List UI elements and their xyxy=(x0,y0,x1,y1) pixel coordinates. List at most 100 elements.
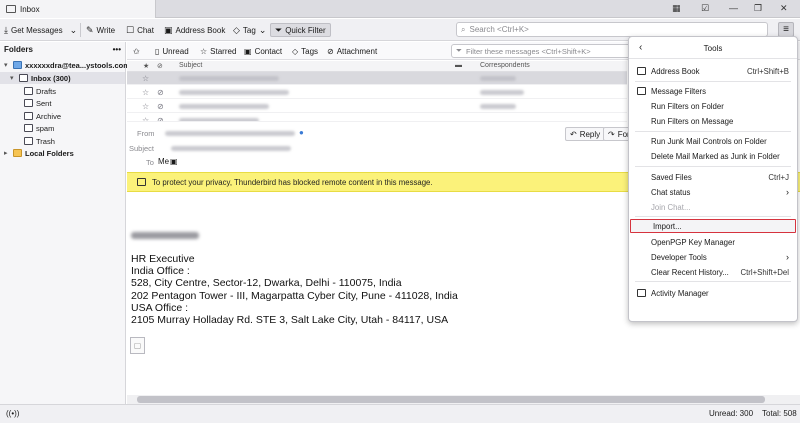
folder-pane: Folders ••• ▾ xxxxxxdra@tea...ystools.co… xyxy=(0,42,130,404)
account-row[interactable]: ▾ xxxxxxdra@tea...ystools.com xyxy=(4,59,130,71)
folder-trash[interactable]: Trash xyxy=(24,135,55,147)
star-column-icon[interactable]: ★ xyxy=(143,62,149,70)
online-status-icon[interactable]: ((•)) xyxy=(6,409,19,418)
read-column-icon[interactable]: ▬ xyxy=(455,62,462,69)
message-row[interactable]: ☆ ⊘ xyxy=(127,100,627,113)
unread-count: Unread: 300 xyxy=(709,409,754,418)
subject-text xyxy=(179,90,289,95)
menu-divider xyxy=(635,166,791,167)
account-icon xyxy=(13,61,22,69)
write-button[interactable]: ✎ Write xyxy=(86,23,115,37)
chat-button[interactable]: ☐ Chat xyxy=(126,23,154,37)
folder-archive[interactable]: Archive xyxy=(24,110,61,122)
folder-sent[interactable]: Sent xyxy=(24,97,51,109)
folder-inbox[interactable]: ▾ Inbox (300) xyxy=(0,72,125,84)
filter-icon xyxy=(637,87,646,95)
menu-item-clear-history[interactable]: Clear Recent History... Ctrl+Shift+Del xyxy=(629,265,797,279)
star-icon[interactable]: ☆ xyxy=(142,102,149,111)
correspondent-text xyxy=(480,104,516,109)
menu-item-saved-files[interactable]: Saved Files Ctrl+J xyxy=(629,170,797,184)
unread-label: Unread xyxy=(162,46,189,56)
activity-icon xyxy=(637,289,646,297)
tasks-icon[interactable]: ☑ xyxy=(701,3,709,14)
address-book-button[interactable]: ▣ Address Book xyxy=(164,23,225,37)
app-menu-button[interactable]: ≡ xyxy=(778,22,794,37)
folder-label: spam xyxy=(36,123,55,133)
star-icon[interactable]: ☆ xyxy=(142,88,149,97)
message-row[interactable]: ☆ xyxy=(127,72,627,85)
folders-header: Folders ••• xyxy=(0,42,125,56)
filter-messages-input[interactable]: ⏷ Filter these messages <Ctrl+Shift+K> xyxy=(451,44,641,58)
horizontal-scrollbar[interactable] xyxy=(127,395,800,404)
close-icon[interactable]: ✕ xyxy=(780,3,788,14)
folder-label: Sent xyxy=(36,98,52,108)
get-messages-button[interactable]: ⤓ Get Messages ⌄ xyxy=(4,23,77,37)
menu-item-run-junk-controls[interactable]: Run Junk Mail Controls on Folder xyxy=(629,134,797,148)
search-input[interactable]: ⌕ Search <Ctrl+K> xyxy=(456,22,768,37)
maximize-icon[interactable]: ❐ xyxy=(754,3,762,14)
menu-item-label: OpenPGP Key Manager xyxy=(651,237,735,247)
paperclip-icon: ⊘ xyxy=(327,46,334,56)
subject-label: Subject xyxy=(129,144,155,153)
menu-item-label: Import... xyxy=(653,221,682,231)
star-icon[interactable]: ☆ xyxy=(142,116,149,121)
correspondent-text xyxy=(480,90,524,95)
menu-item-developer-tools[interactable]: Developer Tools › xyxy=(629,250,797,264)
local-folders-label: Local Folders xyxy=(25,148,74,158)
menu-item-address-book[interactable]: Address Book Ctrl+Shift+B xyxy=(629,64,797,78)
body-line: USA Office : xyxy=(131,301,188,314)
write-label: Write xyxy=(96,25,116,35)
menu-item-run-filters-message[interactable]: Run Filters on Message xyxy=(629,114,797,128)
menu-item-label: Run Junk Mail Controls on Folder xyxy=(651,136,767,146)
archive-icon xyxy=(24,112,33,120)
quick-filter-button[interactable]: ⏷ Quick Filter xyxy=(270,23,331,37)
menu-item-label: Developer Tools xyxy=(651,252,707,262)
filter-icon: ⏷ xyxy=(456,46,462,55)
menu-item-label: Run Filters on Message xyxy=(651,116,734,126)
unread-filter-button[interactable]: ▯ Unread xyxy=(155,45,189,57)
message-row[interactable]: ☆ ⊘ xyxy=(127,114,627,122)
menu-item-chat-status[interactable]: Chat status › xyxy=(629,185,797,199)
tags-filter-button[interactable]: ◇ Tags xyxy=(292,45,318,57)
reply-button[interactable]: ↶ Reply xyxy=(565,127,606,141)
subject-text xyxy=(179,118,259,121)
body-line: 2105 Murray Holladay Rd. STE 3, Salt Lak… xyxy=(131,314,449,327)
sticky-filter-icon[interactable]: ✩ xyxy=(133,45,140,57)
folder-drafts[interactable]: Drafts xyxy=(24,85,56,97)
correspondents-column[interactable]: Correspondents xyxy=(480,62,530,69)
menu-item-delete-junk[interactable]: Delete Mail Marked as Junk in Folder xyxy=(629,149,797,163)
tag-button[interactable]: ◇ Tag ⌄ xyxy=(233,23,266,37)
folder-label: Drafts xyxy=(36,86,57,96)
chevron-down-icon[interactable]: ▾ xyxy=(4,61,10,69)
shortcut-text: Ctrl+Shift+Del xyxy=(740,268,789,277)
to-value[interactable]: Me xyxy=(158,157,169,166)
message-row[interactable]: ☆ ⊘ xyxy=(127,86,627,99)
menu-item-message-filters[interactable]: Message Filters xyxy=(629,84,797,98)
chevron-down-icon[interactable]: ⌄ xyxy=(70,25,78,36)
contact-icon: ▣ xyxy=(244,46,252,56)
folder-spam[interactable]: spam xyxy=(24,122,54,134)
calendar-icon[interactable]: ▦ xyxy=(672,3,681,14)
more-options-icon[interactable]: ••• xyxy=(113,45,121,54)
menu-item-label: Delete Mail Marked as Junk in Folder xyxy=(651,151,780,161)
menu-item-openpgp[interactable]: OpenPGP Key Manager xyxy=(629,235,797,249)
scrollbar-thumb[interactable] xyxy=(137,396,765,403)
attachment-column-icon[interactable]: ⊘ xyxy=(157,62,163,70)
starred-filter-button[interactable]: ☆ Starred xyxy=(200,45,236,57)
chevron-right-icon[interactable]: ▸ xyxy=(4,149,10,157)
minimize-icon[interactable]: — xyxy=(729,3,738,13)
local-folders-row[interactable]: ▸ Local Folders xyxy=(4,147,74,159)
tab-inbox[interactable]: Inbox xyxy=(0,0,156,18)
subject-column[interactable]: Subject xyxy=(179,62,202,69)
blocked-content-icon xyxy=(137,178,146,186)
star-icon[interactable]: ☆ xyxy=(142,74,149,83)
menu-item-import[interactable]: Import... xyxy=(630,219,796,233)
contact-filter-button[interactable]: ▣ Contact xyxy=(244,45,282,57)
chevron-down-icon[interactable]: ▾ xyxy=(10,74,16,82)
body-line: HR Executive xyxy=(131,253,195,265)
menu-item-run-filters-folder[interactable]: Run Filters on Folder xyxy=(629,99,797,113)
privacy-notice-text: To protect your privacy, Thunderbird has… xyxy=(152,177,433,187)
attachment-filter-button[interactable]: ⊘ Attachment xyxy=(327,45,377,57)
menu-item-activity-manager[interactable]: Activity Manager xyxy=(629,286,797,300)
filter-icon: ⏷ xyxy=(275,24,283,35)
